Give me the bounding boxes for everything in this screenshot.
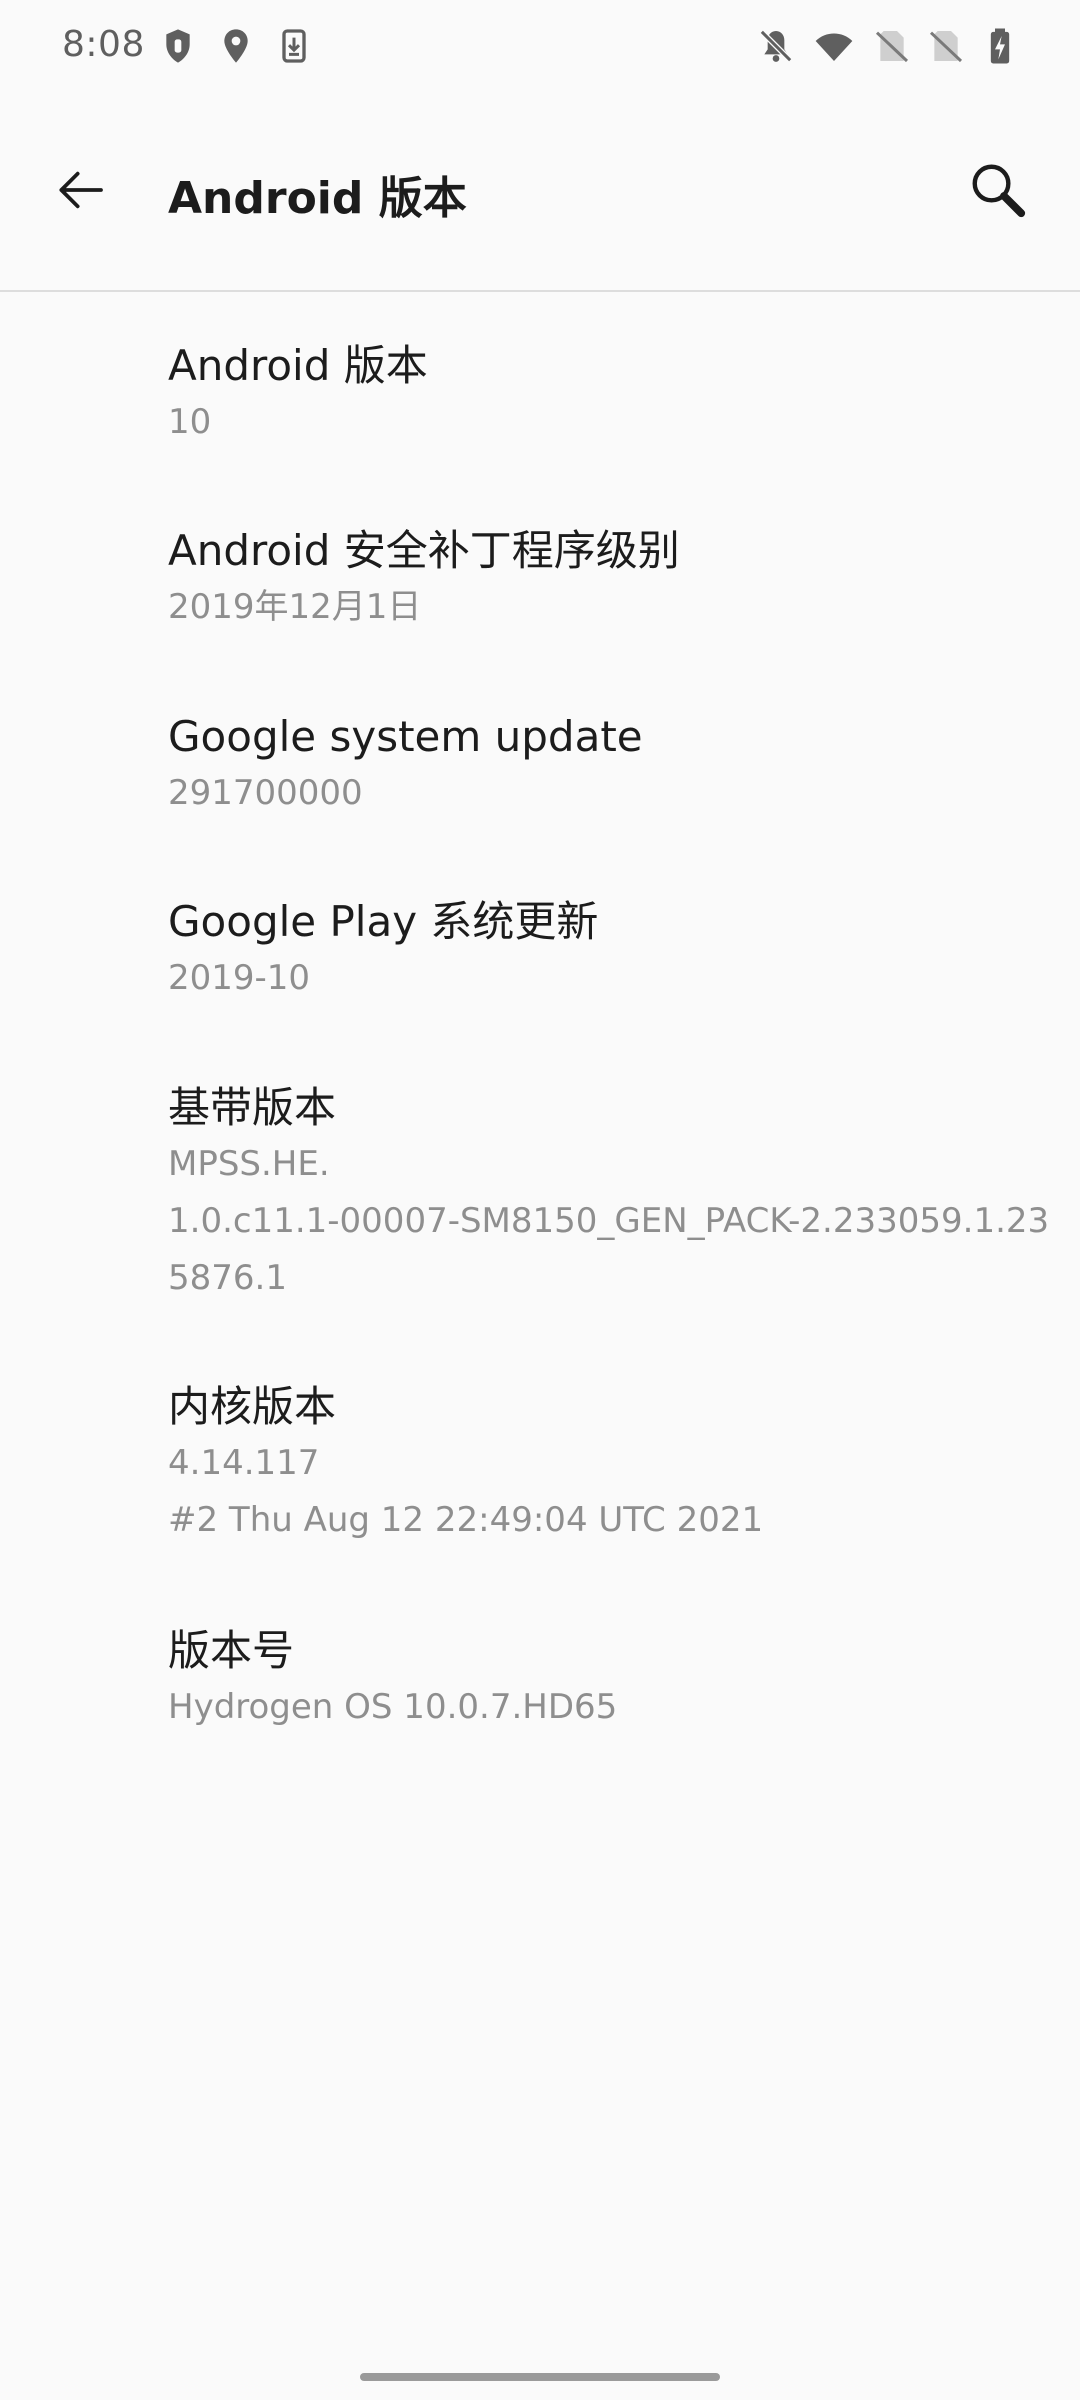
settings-screen: 8:08 Android 版本 Android 版本 10 Android 安全… bbox=[0, 0, 1080, 2400]
page-title: Android 版本 bbox=[168, 173, 467, 224]
item-value: Hydrogen OS 10.0.7.HD65 bbox=[168, 1687, 618, 1727]
download-notification-icon bbox=[282, 29, 306, 63]
search-button[interactable] bbox=[956, 148, 1040, 232]
item-title: 版本号 bbox=[168, 1626, 295, 1675]
app-bar: Android 版本 bbox=[0, 92, 1080, 292]
item-title: Android 安全补丁程序级别 bbox=[168, 526, 680, 575]
item-title: Google Play 系统更新 bbox=[168, 897, 599, 946]
wifi-icon bbox=[815, 33, 853, 61]
item-value: 1.0.c11.1-00007-SM8150_GEN_PACK-2.233059… bbox=[168, 1201, 1050, 1241]
item-value: #2 Thu Aug 12 22:49:04 UTC 2021 bbox=[168, 1500, 764, 1540]
item-title: Google system update bbox=[168, 712, 643, 761]
arrow-back-icon bbox=[59, 171, 103, 209]
shield-notification-icon bbox=[166, 29, 190, 63]
item-value: 291700000 bbox=[168, 773, 363, 813]
gesture-nav-handle[interactable] bbox=[360, 2373, 720, 2381]
item-value: 4.14.117 bbox=[168, 1443, 320, 1483]
item-value: MPSS.HE. bbox=[168, 1144, 330, 1184]
item-value: 2019年12月1日 bbox=[168, 587, 422, 627]
list-item-security-patch[interactable]: Android 安全补丁程序级别 2019年12月1日 bbox=[0, 523, 1080, 636]
status-right-icons bbox=[756, 26, 1020, 66]
list-item-kernel-version[interactable]: 内核版本 4.14.117 #2 Thu Aug 12 22:49:04 UTC… bbox=[0, 1379, 1080, 1549]
status-bar: 8:08 bbox=[0, 0, 1080, 92]
item-value: 5876.1 bbox=[168, 1258, 287, 1298]
item-value: 10 bbox=[168, 402, 212, 442]
list-item-google-system-update[interactable]: Google system update 291700000 bbox=[0, 709, 1080, 822]
back-button[interactable] bbox=[40, 150, 120, 230]
list-item-google-play-update[interactable]: Google Play 系统更新 2019-10 bbox=[0, 894, 1080, 1007]
status-left-icons bbox=[158, 26, 314, 66]
list-item-android-version[interactable]: Android 版本 10 bbox=[0, 338, 1080, 451]
item-title: Android 版本 bbox=[168, 341, 428, 390]
item-title: 基带版本 bbox=[168, 1083, 337, 1132]
no-sim-icon bbox=[875, 31, 909, 63]
list-item-baseband-version[interactable]: 基带版本 MPSS.HE. 1.0.c11.1-00007-SM8150_GEN… bbox=[0, 1080, 1080, 1307]
list-item-build-number[interactable]: 版本号 Hydrogen OS 10.0.7.HD65 bbox=[0, 1623, 1080, 1736]
search-icon bbox=[972, 164, 1026, 218]
item-title: 内核版本 bbox=[168, 1382, 337, 1431]
battery-charging-icon bbox=[990, 28, 1010, 64]
item-value: 2019-10 bbox=[168, 958, 311, 998]
notifications-off-icon bbox=[758, 28, 794, 64]
status-time: 8:08 bbox=[62, 24, 145, 65]
no-sim-icon bbox=[929, 31, 963, 63]
location-icon bbox=[224, 29, 248, 63]
